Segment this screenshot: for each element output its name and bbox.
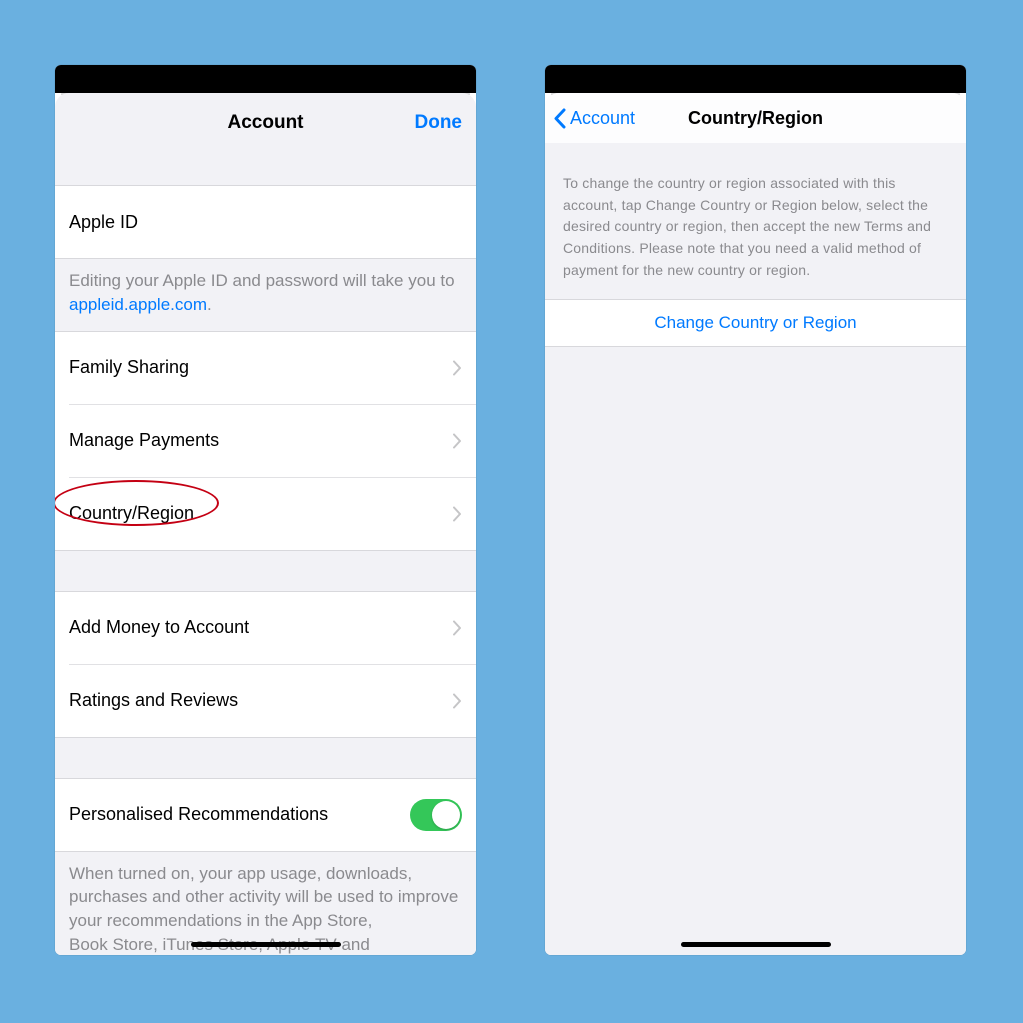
toggle-personalised[interactable] bbox=[410, 799, 462, 831]
row-family-sharing[interactable]: Family Sharing bbox=[55, 332, 476, 404]
row-country-region[interactable]: Country/Region bbox=[55, 478, 476, 550]
phone-country-region: Account Country/Region To change the cou… bbox=[545, 65, 966, 955]
row-label: Manage Payments bbox=[69, 430, 219, 451]
button-label: Change Country or Region bbox=[654, 313, 856, 333]
row-personalised-recommendations[interactable]: Personalised Recommendations bbox=[55, 779, 476, 851]
sheet-header: Account Done bbox=[55, 93, 476, 153]
nav-header: Account Country/Region bbox=[545, 93, 966, 143]
page-title: Account bbox=[228, 112, 304, 134]
link-appleid[interactable]: appleid.apple.com bbox=[69, 295, 207, 314]
group-money: Add Money to Account Ratings and Reviews bbox=[55, 591, 476, 738]
row-label: Personalised Recommendations bbox=[69, 804, 328, 825]
chevron-right-icon bbox=[453, 620, 462, 635]
device-frame-top bbox=[55, 65, 476, 93]
row-label: Add Money to Account bbox=[69, 617, 249, 638]
row-label: Family Sharing bbox=[69, 357, 189, 378]
chevron-right-icon bbox=[453, 360, 462, 375]
device-frame-top bbox=[545, 65, 966, 93]
row-manage-payments[interactable]: Manage Payments bbox=[55, 405, 476, 477]
back-label: Account bbox=[570, 108, 635, 129]
chevron-right-icon bbox=[453, 506, 462, 521]
home-indicator[interactable] bbox=[191, 942, 341, 947]
personalised-footer: When turned on, your app usage, download… bbox=[55, 852, 476, 955]
done-button[interactable]: Done bbox=[415, 93, 463, 153]
back-button[interactable]: Account bbox=[553, 93, 635, 143]
phone-account: Account Done Apple ID Editing your Apple… bbox=[55, 65, 476, 955]
change-country-button[interactable]: Change Country or Region bbox=[545, 299, 966, 347]
home-indicator[interactable] bbox=[681, 942, 831, 947]
page-title: Country/Region bbox=[688, 108, 823, 129]
row-label: Country/Region bbox=[69, 503, 194, 524]
row-label: Apple ID bbox=[69, 212, 138, 233]
account-sheet: Account Done Apple ID Editing your Apple… bbox=[55, 93, 476, 955]
row-label: Ratings and Reviews bbox=[69, 690, 238, 711]
chevron-right-icon bbox=[453, 693, 462, 708]
row-add-money[interactable]: Add Money to Account bbox=[55, 592, 476, 664]
group-personalised: Personalised Recommendations bbox=[55, 778, 476, 852]
country-region-sheet: Account Country/Region To change the cou… bbox=[545, 93, 966, 955]
apple-id-footer: Editing your Apple ID and password will … bbox=[55, 259, 476, 331]
group-main: Family Sharing Manage Payments Country/R… bbox=[55, 331, 476, 551]
info-paragraph: To change the country or region associat… bbox=[545, 143, 966, 299]
chevron-left-icon bbox=[553, 108, 566, 129]
group-apple-id: Apple ID bbox=[55, 185, 476, 259]
row-ratings-reviews[interactable]: Ratings and Reviews bbox=[55, 665, 476, 737]
row-apple-id[interactable]: Apple ID bbox=[55, 186, 476, 258]
chevron-right-icon bbox=[453, 433, 462, 448]
